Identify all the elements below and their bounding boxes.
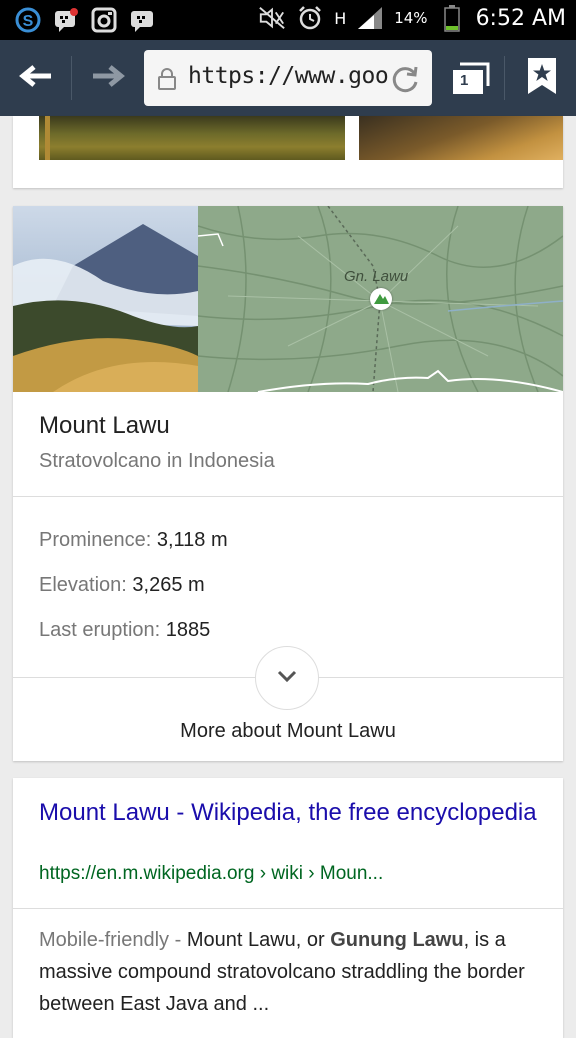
divider <box>13 908 563 909</box>
reload-icon[interactable] <box>390 64 420 99</box>
map-thumbnail[interactable]: Gn. Lawu <box>197 206 563 392</box>
pole-detail <box>45 116 50 160</box>
knowledge-panel: Gn. Lawu Mount Lawu Stratovolcano in Ind… <box>13 206 563 761</box>
tab-count: 1 <box>460 72 469 89</box>
skype-icon: S <box>14 6 42 34</box>
search-result: Mount Lawu - Wikipedia, the free encyclo… <box>13 778 563 1038</box>
status-bar: S H 14% 6:52 AM <box>0 0 576 40</box>
url-text: https://www.goo <box>188 63 389 89</box>
mute-icon <box>258 4 286 32</box>
back-button[interactable] <box>10 52 62 104</box>
browser-toolbar: https://www.goo 1 <box>0 40 576 116</box>
fact-elevation: Elevation: 3,265 m <box>39 574 205 597</box>
battery-percent: 14% <box>394 9 428 27</box>
svg-text:S: S <box>23 13 34 30</box>
snippet-text: Mount Lawu, or <box>186 929 331 951</box>
fact-value: 3,118 m <box>156 529 228 551</box>
forward-button[interactable] <box>82 52 134 104</box>
toolbar-divider <box>71 56 72 100</box>
mountain-photo[interactable] <box>13 206 198 392</box>
result-url: https://en.m.wikipedia.org › wiki › Moun… <box>39 863 384 884</box>
kp-images: Gn. Lawu <box>13 206 563 392</box>
result-snippet: Mobile-friendly - Mount Lawu, or Gunung … <box>39 924 549 1020</box>
image-thumbnail[interactable] <box>39 116 345 160</box>
clock: 6:52 AM <box>475 5 566 31</box>
bookmark-button[interactable] <box>516 52 568 104</box>
battery-icon <box>438 4 466 32</box>
mobile-friendly-label: Mobile-friendly - <box>39 929 187 951</box>
divider <box>13 496 563 497</box>
chevron-down-icon <box>276 669 298 688</box>
instagram-icon <box>90 6 118 34</box>
expand-button[interactable] <box>255 646 319 710</box>
result-title-link[interactable]: Mount Lawu - Wikipedia, the free encyclo… <box>39 796 539 829</box>
fact-prominence: Prominence: 3,118 m <box>39 529 228 552</box>
network-type: H <box>334 8 347 28</box>
image-thumbnail[interactable] <box>359 116 563 160</box>
tabs-button[interactable]: 1 <box>444 52 496 104</box>
fact-value: 1885 <box>165 619 211 641</box>
bbm-icon <box>128 6 156 34</box>
toolbar-divider <box>504 56 505 100</box>
forward-arrow-icon <box>91 63 125 94</box>
signal-icon <box>356 4 384 32</box>
image-card <box>13 116 563 188</box>
mountain-peak-icon <box>370 288 392 310</box>
tabs-icon <box>450 58 492 101</box>
snippet-bold: Gunung Lawu <box>330 929 464 951</box>
bookmark-star-icon <box>526 56 558 101</box>
fact-label: Elevation: <box>39 574 127 596</box>
lock-icon <box>156 67 178 96</box>
fact-label: Prominence: <box>39 529 152 551</box>
search-results: Gn. Lawu Mount Lawu Stratovolcano in Ind… <box>0 116 576 1038</box>
back-arrow-icon <box>19 63 53 94</box>
entity-subtitle: Stratovolcano in Indonesia <box>39 450 275 472</box>
fact-label: Last eruption: <box>39 619 161 641</box>
map-label: Gn. Lawu <box>344 268 409 285</box>
entity-title: Mount Lawu <box>39 412 170 439</box>
address-bar[interactable]: https://www.goo <box>144 50 432 106</box>
alarm-icon <box>296 4 324 32</box>
fact-value: 3,265 m <box>132 574 205 596</box>
bbm-icon <box>52 6 80 34</box>
fact-last-eruption: Last eruption: 1885 <box>39 619 210 642</box>
more-about-link[interactable]: More about Mount Lawu <box>13 720 563 743</box>
